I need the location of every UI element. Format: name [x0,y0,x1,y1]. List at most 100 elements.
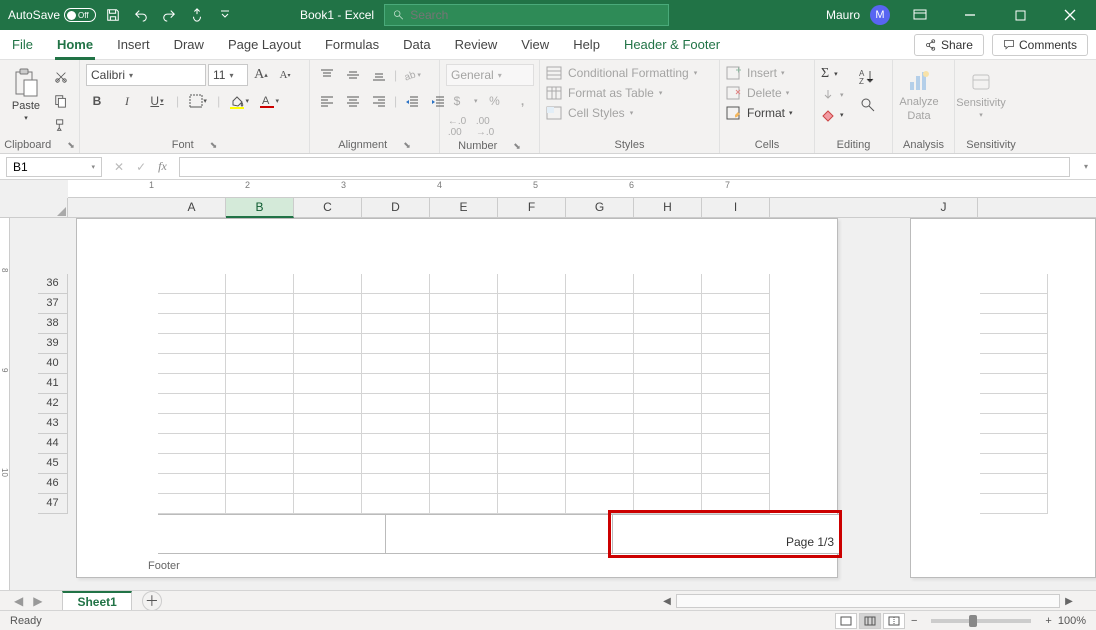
cell[interactable] [430,414,498,434]
row-header[interactable]: 45 [38,454,68,474]
paste-button[interactable]: Paste ▾ [6,62,46,128]
select-all-corner[interactable] [0,198,68,218]
col-header-c[interactable]: C [294,198,362,218]
col-header-a[interactable]: A [158,198,226,218]
cell[interactable] [498,274,566,294]
cell[interactable] [702,414,770,434]
cell[interactable] [634,394,702,414]
fx-icon[interactable]: fx [158,159,167,174]
tab-page-layout[interactable]: Page Layout [216,30,313,60]
cell[interactable] [158,294,226,314]
cell[interactable] [702,374,770,394]
touch-mode-icon[interactable] [186,4,208,26]
tab-file[interactable]: File [0,30,45,60]
tab-home[interactable]: Home [45,30,105,60]
sensitivity-button[interactable]: Sensitivity ▾ [961,62,1001,128]
autosum-button[interactable]: Σ▾ [821,66,838,82]
cell[interactable] [498,434,566,454]
sheet-nav-next-icon[interactable]: ▶ [33,594,42,608]
cell[interactable] [430,374,498,394]
sort-filter-icon[interactable]: AZ [857,66,879,88]
expand-formula-bar-icon[interactable]: ▾ [1076,162,1096,171]
cell[interactable] [980,374,1048,394]
cell[interactable] [294,334,362,354]
cell[interactable] [634,354,702,374]
cell[interactable] [430,454,498,474]
user-avatar[interactable]: M [870,5,890,25]
col-header-i[interactable]: I [702,198,770,218]
horizontal-ruler[interactable]: 1 2 3 4 5 6 7 [68,180,1096,198]
row-header[interactable]: 46 [38,474,68,494]
cell[interactable] [226,374,294,394]
cell[interactable] [226,494,294,514]
cell[interactable] [158,474,226,494]
cell[interactable] [362,454,430,474]
formula-input[interactable] [179,157,1070,177]
cell[interactable] [430,294,498,314]
orientation-icon[interactable]: ab▾ [401,64,423,86]
cell[interactable] [158,494,226,514]
row-header[interactable]: 42 [38,394,68,414]
row-header[interactable]: 41 [38,374,68,394]
page-footer[interactable]: Page 1/3 [158,514,840,554]
col-header-f[interactable]: F [498,198,566,218]
scroll-right-icon[interactable]: ▶ [1060,592,1078,610]
find-select-icon[interactable] [857,94,879,116]
cell[interactable] [362,394,430,414]
cell[interactable] [226,274,294,294]
cell[interactable] [702,334,770,354]
bold-button[interactable]: B [86,90,108,112]
cell[interactable] [566,394,634,414]
cell[interactable] [294,414,362,434]
cell[interactable] [362,434,430,454]
cell[interactable] [430,474,498,494]
tab-review[interactable]: Review [443,30,510,60]
horizontal-scrollbar[interactable]: ◀ ▶ [658,592,1078,610]
cell[interactable] [634,454,702,474]
clipboard-launcher-icon[interactable]: ⬊ [67,140,75,151]
cell[interactable] [498,494,566,514]
cell[interactable] [634,334,702,354]
cell[interactable] [158,334,226,354]
cell[interactable] [362,414,430,434]
row-header[interactable]: 43 [38,414,68,434]
cell[interactable] [980,314,1048,334]
cell[interactable] [294,434,362,454]
cancel-formula-icon[interactable]: ✕ [114,160,124,174]
delete-cells-button[interactable]: Delete▾ [726,86,789,100]
zoom-out-button[interactable]: − [911,615,917,627]
cell[interactable] [498,354,566,374]
toggle-switch[interactable]: Off [64,8,96,22]
align-right-icon[interactable] [368,90,390,112]
cell[interactable] [634,294,702,314]
col-header-b[interactable]: B [226,198,294,218]
cell[interactable] [430,334,498,354]
new-sheet-button[interactable]: ＋ [142,591,162,611]
cell[interactable] [980,274,1048,294]
cell[interactable] [294,494,362,514]
cell[interactable] [498,374,566,394]
scroll-left-icon[interactable]: ◀ [658,592,676,610]
cell[interactable] [430,314,498,334]
tab-draw[interactable]: Draw [162,30,216,60]
zoom-in-button[interactable]: + [1045,615,1051,627]
undo-icon[interactable] [130,4,152,26]
cell[interactable] [362,274,430,294]
cell[interactable] [294,394,362,414]
autosave-toggle[interactable]: AutoSave Off [8,8,96,22]
font-color-icon[interactable]: A▾ [258,90,280,112]
cell[interactable] [226,394,294,414]
cell[interactable] [158,354,226,374]
cell[interactable] [498,454,566,474]
cell[interactable] [566,314,634,334]
cell[interactable] [158,434,226,454]
name-box[interactable]: B1▾ [6,157,102,177]
cell[interactable] [158,314,226,334]
cell[interactable] [498,314,566,334]
search-box[interactable] [384,4,669,26]
tab-insert[interactable]: Insert [105,30,162,60]
conditional-formatting-button[interactable]: Conditional Formatting▾ [546,66,697,80]
cell[interactable] [980,494,1048,514]
align-left-icon[interactable] [316,90,338,112]
col-header-g[interactable]: G [566,198,634,218]
